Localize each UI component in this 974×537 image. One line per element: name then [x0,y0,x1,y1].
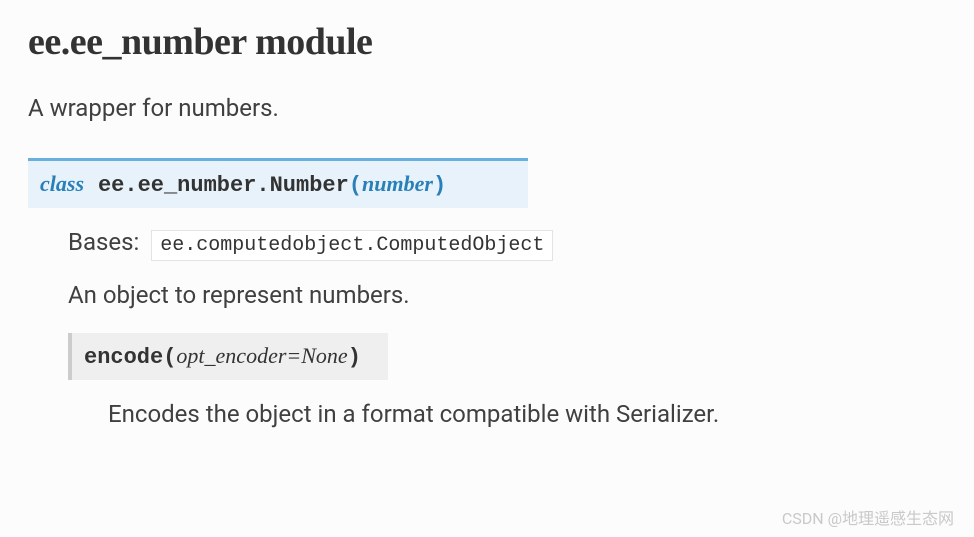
watermark-text: CSDN @地理遥感生态网 [782,505,954,529]
class-signature-block: class ee.ee_number.Number(number) [28,158,528,208]
method-open-paren: ( [163,345,176,370]
class-module-path: ee.ee_number. [98,173,270,198]
bases-row: Bases: ee.computedobject.ComputedObject [68,228,946,257]
method-signature-block: encode(opt_encoder=None) [68,333,388,380]
class-param: number [362,171,433,196]
class-description: An object to represent numbers. [68,281,946,309]
class-name: Number [270,173,349,198]
method-name: encode [84,345,163,370]
method-description: Encodes the object in a format compatibl… [108,400,946,428]
bases-value: ee.computedobject.ComputedObject [151,230,553,261]
open-paren: ( [349,173,362,198]
method-close-paren: ) [348,345,361,370]
bases-label: Bases: [68,228,139,256]
class-keyword: class [40,171,84,196]
module-description: A wrapper for numbers. [28,94,946,122]
method-params: opt_encoder=None [176,343,347,368]
page-title: ee.ee_number module [28,20,946,64]
close-paren: ) [433,173,446,198]
